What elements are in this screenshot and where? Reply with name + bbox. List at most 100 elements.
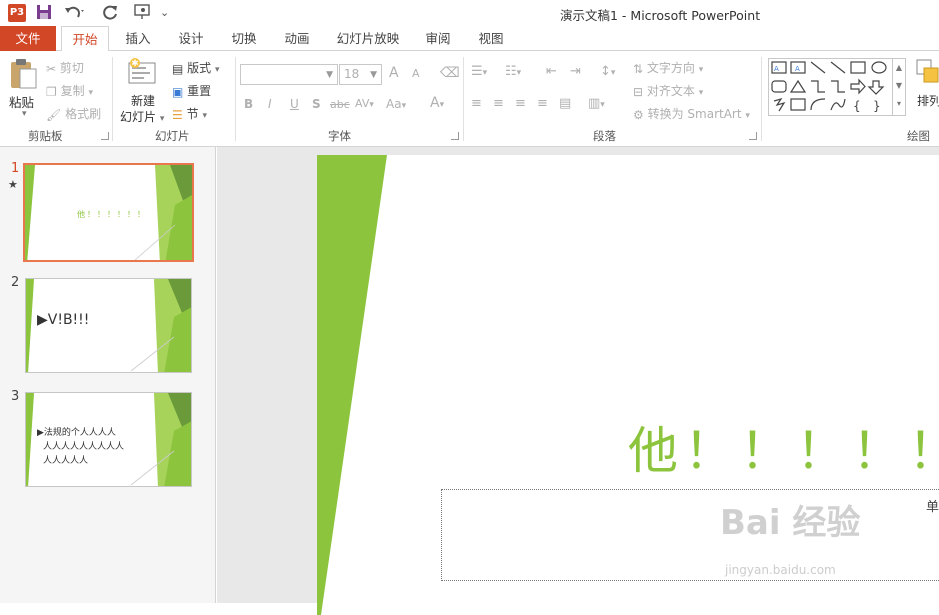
tab-file[interactable]: 文件 [0, 26, 56, 51]
new-slide-label[interactable]: 新建 [131, 92, 155, 109]
font-size-value: 18 [344, 67, 360, 81]
slideshow-from-start-icon[interactable] [133, 4, 153, 22]
font-color-button[interactable]: A▾ [430, 95, 444, 111]
justify-icon[interactable]: ≡ [537, 96, 548, 111]
new-slide-button[interactable]: 幻灯片 ▾ [120, 108, 164, 125]
new-slide-icon[interactable]: ✱ [127, 57, 159, 90]
clear-formatting-icon[interactable]: ⌫ [440, 65, 460, 81]
slide-title[interactable]: 他！！！！！ [628, 411, 939, 483]
format-painter-button[interactable]: 🖌 格式刷 [46, 105, 101, 122]
bullets-icon[interactable]: ☰▾ [471, 64, 487, 79]
strikethrough-button[interactable]: abc [330, 98, 350, 111]
thumb-1-title: 他！！！！！！ [77, 210, 147, 219]
paste-icon[interactable] [8, 57, 38, 94]
divider [761, 57, 762, 141]
decrease-indent-icon[interactable]: ⇤ [546, 64, 557, 79]
align-right-icon[interactable]: ≡ [515, 96, 526, 111]
gallery-down-icon[interactable]: ▼ [893, 77, 905, 95]
svg-text:A: A [774, 65, 779, 73]
smartart-icon: ⚙ [633, 107, 644, 122]
section-icon: ☰ [172, 107, 183, 122]
tab-transitions[interactable]: 切换 [220, 26, 268, 51]
slide-thumbnail-pane[interactable]: 1 ★ 他！！！！！！ 2 ▶V!B!!! 3 ▶法规的个人人人人 人人人人人人… [0, 147, 216, 603]
italic-button[interactable]: I [268, 97, 272, 111]
undo-icon[interactable] [64, 4, 86, 22]
customize-qat-icon[interactable]: ⌄ [160, 4, 169, 22]
numbering-icon[interactable]: ☷▾ [505, 64, 521, 79]
tab-design[interactable]: 设计 [167, 26, 215, 51]
scissors-icon: ✂ [46, 61, 57, 76]
redo-icon[interactable] [103, 4, 119, 22]
smartart-dropdown-icon: ▾ [745, 111, 750, 121]
convert-smartart-button[interactable]: ⚙ 转换为 SmartArt ▾ [633, 105, 750, 122]
cut-button[interactable]: ✂ 剪切 [46, 59, 84, 76]
grow-font-button[interactable]: A [389, 65, 399, 81]
current-slide-canvas[interactable]: 他！！！！！ 单击 [317, 155, 939, 615]
tab-home[interactable]: 开始 [61, 26, 109, 52]
animation-star-icon: ★ [8, 178, 18, 191]
shrink-font-button[interactable]: A [412, 67, 420, 80]
save-icon[interactable] [36, 4, 52, 22]
divider [235, 57, 236, 141]
reset-label: 重置 [187, 84, 212, 98]
new-slide-dropdown-icon: ▾ [159, 114, 165, 124]
copy-button[interactable]: ❐ 复制 ▾ [46, 82, 93, 99]
shapes-gallery[interactable]: A A { } ▲ ▼ ▾ [768, 58, 906, 116]
text-shadow-button[interactable]: S [312, 97, 321, 111]
slide-number: 3 [11, 389, 20, 404]
columns-icon[interactable]: ▥▾ [588, 96, 605, 111]
underline-button[interactable]: U [290, 97, 299, 111]
align-text-dropdown-icon: ▾ [698, 88, 704, 98]
arrange-icon[interactable] [916, 59, 939, 88]
title-bar: P3 ⌄ 演示文稿1 - Microsoft PowerPoint [0, 0, 939, 26]
format-painter-label: 格式刷 [65, 107, 102, 121]
paragraph-launcher-icon[interactable] [749, 132, 757, 140]
slide-number: 1 [11, 161, 20, 176]
font-group-label: 字体 [328, 129, 351, 143]
character-spacing-button[interactable]: AV▾ [355, 97, 374, 110]
gallery-up-icon[interactable]: ▲ [893, 59, 905, 77]
change-case-button[interactable]: Aa▾ [386, 97, 406, 111]
line-spacing-icon[interactable]: ↕▾ [600, 64, 615, 79]
align-left-icon[interactable]: ≡ [471, 96, 482, 111]
svg-text:A: A [795, 65, 800, 73]
clipboard-launcher-icon[interactable] [101, 132, 109, 140]
tab-review[interactable]: 审阅 [414, 26, 462, 51]
text-direction-icon: ⇅ [633, 61, 644, 76]
distributed-icon[interactable]: ▤ [559, 96, 571, 111]
text-direction-label: 文字方向 [646, 61, 695, 75]
layout-dropdown-icon: ▾ [215, 65, 220, 75]
character-spacing-label: AV [355, 97, 370, 110]
thumb-3-line-2: 人人人人人人人人人 [43, 442, 125, 452]
gallery-more-icon[interactable]: ▾ [893, 95, 905, 113]
slide-thumbnail-1[interactable]: 他！！！！！！ [23, 163, 194, 262]
align-text-label: 对齐文本 [646, 84, 695, 98]
text-direction-button[interactable]: ⇅ 文字方向 ▾ [633, 59, 703, 76]
font-name-combo[interactable]: ▼ [240, 64, 338, 85]
slide-thumbnail-3[interactable]: ▶法规的个人人人人 人人人人人人人人人 人人人人人 [25, 392, 192, 487]
arrange-button[interactable]: 排列 [917, 92, 939, 109]
paste-dropdown-icon[interactable]: ▾ [22, 109, 27, 119]
increase-indent-icon[interactable]: ⇥ [570, 64, 581, 79]
copy-label: 复制 [60, 84, 85, 98]
section-button[interactable]: ☰ 节 ▾ [172, 105, 207, 122]
align-text-button[interactable]: ⊟ 对齐文本 ▾ [633, 82, 703, 99]
shapes-gallery-scroll[interactable]: ▲ ▼ ▾ [892, 59, 905, 115]
copy-dropdown-icon: ▾ [88, 88, 93, 98]
powerpoint-app-icon[interactable]: P3 [8, 4, 26, 22]
slide-thumbnail-2[interactable]: ▶V!B!!! [25, 278, 192, 373]
layout-button[interactable]: ▤ 版式 ▾ [172, 59, 220, 76]
layout-label: 版式 [187, 61, 212, 75]
reset-button[interactable]: ▣ 重置 [172, 82, 211, 99]
tab-slideshow[interactable]: 幻灯片放映 [330, 26, 406, 51]
font-launcher-icon[interactable] [451, 132, 459, 140]
font-size-combo[interactable]: 18 ▼ [339, 64, 382, 85]
subtitle-placeholder[interactable]: 单击 [441, 489, 939, 581]
align-center-icon[interactable]: ≡ [493, 96, 504, 111]
tab-insert[interactable]: 插入 [114, 26, 162, 51]
tab-animations[interactable]: 动画 [273, 26, 321, 51]
bold-button[interactable]: B [244, 97, 253, 111]
smartart-label: 转换为 SmartArt [647, 107, 742, 121]
tab-view[interactable]: 视图 [467, 26, 515, 51]
svg-text:{: { [853, 99, 861, 113]
